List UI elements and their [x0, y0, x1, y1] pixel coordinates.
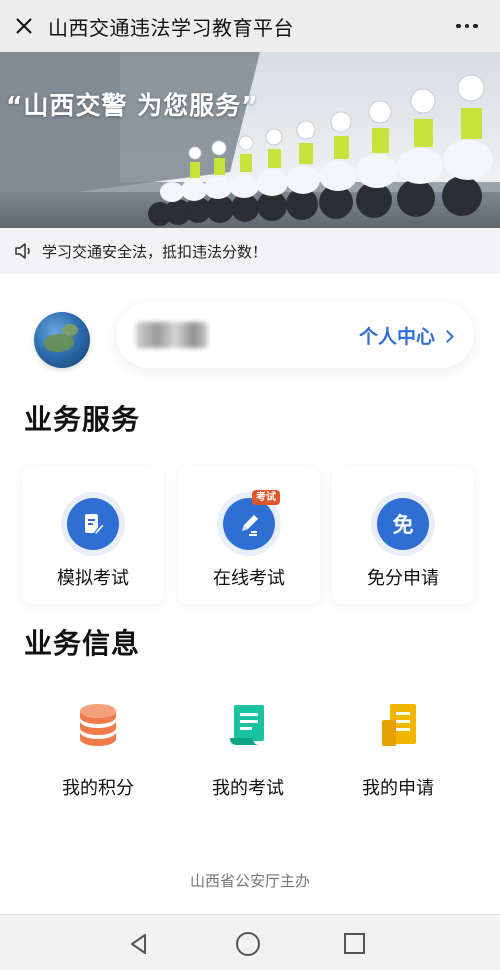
close-button[interactable]	[2, 0, 46, 52]
banner-slogan: “山西交警 为您服务”	[6, 91, 259, 120]
scroll-icon	[230, 705, 264, 745]
exempt-icon: 免	[392, 513, 414, 537]
notice-text: 学习交通安全法，抵扣违法分数！	[42, 242, 268, 261]
my-applications-label: 我的申请	[362, 778, 434, 799]
personal-center-link[interactable]: 个人中心	[358, 322, 454, 349]
my-exams-button[interactable]: 我的考试	[178, 696, 318, 806]
online-exam-button[interactable]: 考试 在线考试	[178, 466, 320, 604]
home-icon[interactable]	[236, 932, 260, 956]
document-icon	[382, 704, 416, 746]
banner: “山西交警 为您服务”	[0, 52, 500, 228]
close-icon	[16, 18, 32, 34]
services-title: 业务服务	[24, 403, 141, 436]
page-title: 山西交通违法学习教育平台	[48, 15, 294, 40]
back-icon[interactable]	[128, 933, 150, 955]
pen-icon	[242, 515, 258, 536]
footer-sponsor: 山西省公安厅主办	[189, 872, 310, 890]
title-bar: 山西交通违法学习教育平台	[0, 0, 500, 52]
coins-icon	[80, 704, 116, 746]
my-applications-button[interactable]: 我的申请	[328, 696, 468, 806]
exemption-application-button[interactable]: 免 免分申请	[332, 466, 474, 604]
online-exam-label: 在线考试	[213, 568, 285, 589]
mock-exam-icon	[85, 514, 105, 536]
user-card[interactable]: 个人中心	[116, 302, 474, 368]
my-exams-label: 我的考试	[212, 778, 284, 799]
recent-apps-icon[interactable]	[344, 933, 365, 954]
my-points-button[interactable]: 我的积分	[28, 696, 168, 806]
user-name-blurred	[136, 322, 208, 348]
mock-exam-label: 模拟考试	[57, 568, 129, 589]
mock-exam-button[interactable]: 模拟考试	[22, 466, 164, 604]
info-title: 业务信息	[24, 627, 141, 660]
more-dots-icon	[456, 23, 461, 29]
speaker-icon	[15, 243, 30, 259]
avatar[interactable]	[34, 312, 90, 368]
my-points-label: 我的积分	[62, 778, 134, 799]
system-nav-bar	[0, 914, 500, 970]
exam-badge: 考试	[252, 490, 280, 505]
notice-bar: 学习交通安全法，抵扣违法分数！	[0, 228, 500, 274]
exemption-application-label: 免分申请	[367, 568, 439, 589]
banner-police-image	[0, 52, 500, 228]
personal-center-label: 个人中心	[358, 326, 435, 348]
chevron-right-icon	[441, 330, 454, 343]
more-options-button[interactable]	[452, 14, 482, 38]
